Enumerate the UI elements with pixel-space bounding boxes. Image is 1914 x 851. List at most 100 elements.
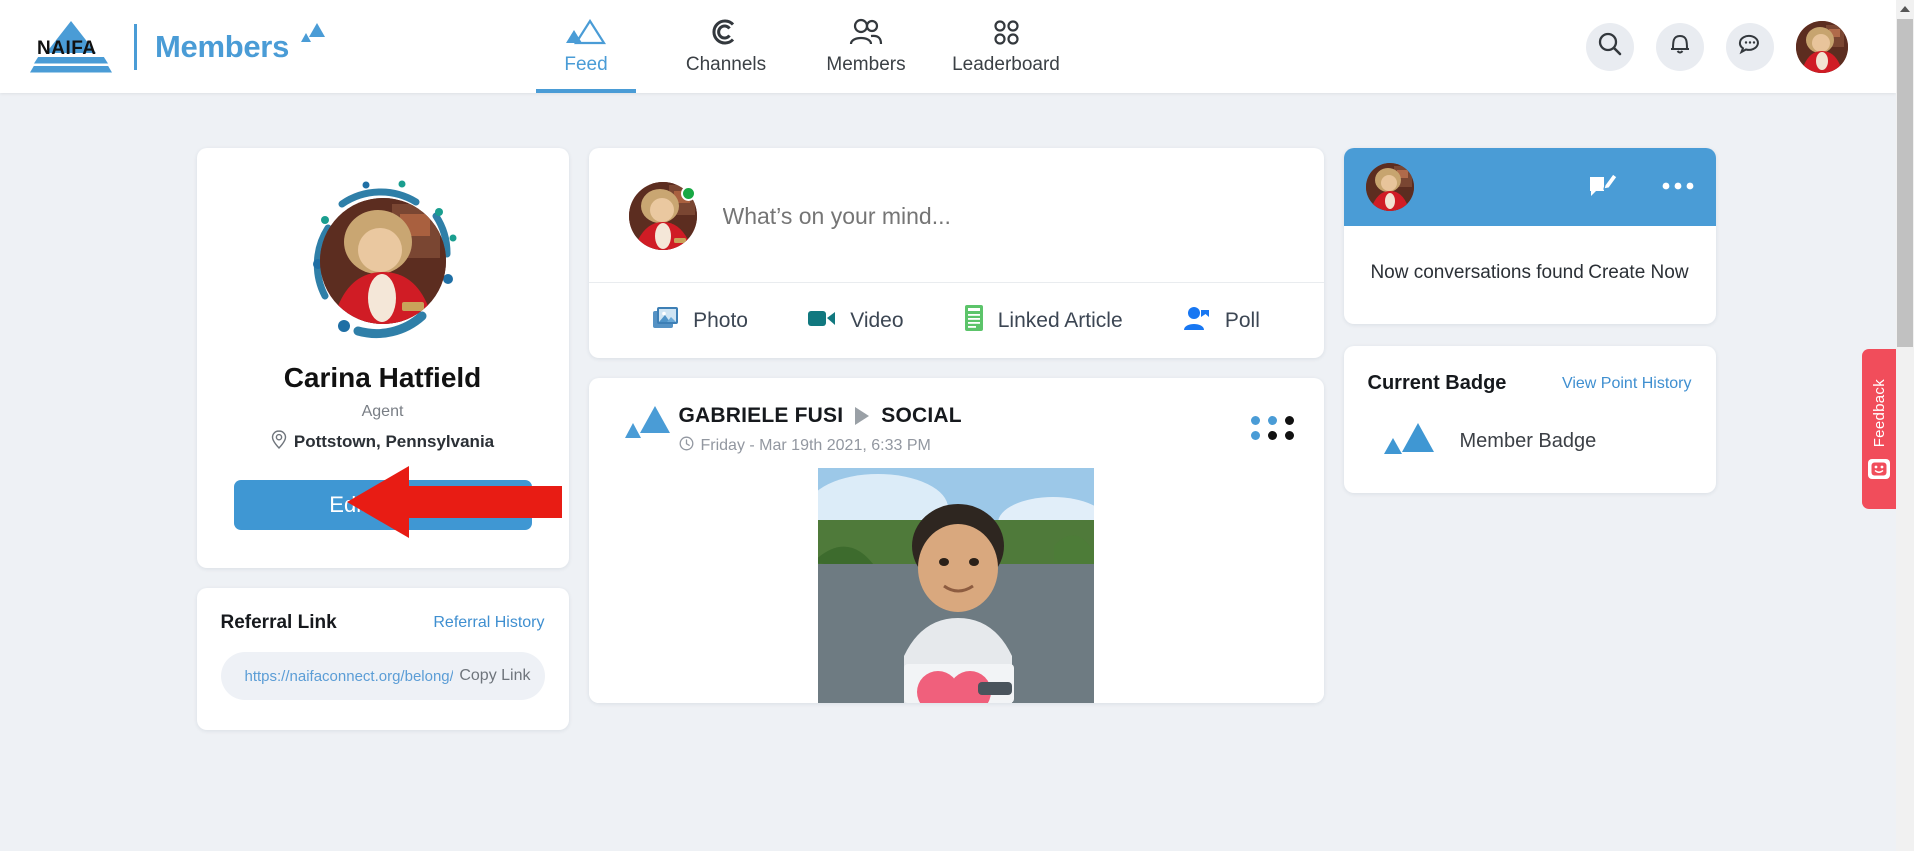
referral-link-card: Referral Link Referral History https://n…: [196, 588, 569, 730]
naifa-triangles-icon: [1382, 423, 1438, 459]
referral-history-link[interactable]: Referral History: [433, 614, 544, 632]
composer-poll-button[interactable]: Poll: [1182, 305, 1260, 337]
post-media: [588, 468, 1324, 703]
photo-icon: [652, 305, 680, 337]
nav-label-members: Members: [826, 54, 906, 75]
profile-location-text: Pottstown, Pennsylvania: [293, 432, 495, 451]
profile-location: Pottstown, Pennsylvania: [219, 430, 547, 454]
main-feed-column: Photo Video: [588, 148, 1324, 851]
video-camera-icon: [807, 307, 837, 335]
nav-label-channels: Channels: [685, 54, 767, 75]
right-sidebar: Now conversations found Create Now Curre…: [1343, 148, 1716, 851]
nav-item-channels[interactable]: Channels: [656, 0, 796, 93]
referral-url-text[interactable]: https://naifaconnect.org/belong/car: [235, 668, 454, 685]
composer-photo-label: Photo: [693, 308, 748, 332]
conversations-avatar-image: [1365, 163, 1414, 211]
top-navigation-bar: NAIFA Members Feed Channels Members Lead…: [0, 0, 1896, 93]
c-circle-icon: [711, 17, 741, 47]
scroll-up-arrow-icon[interactable]: [1896, 0, 1914, 18]
nav-item-leaderboard[interactable]: Leaderboard: [936, 0, 1076, 93]
triangles-icon: [566, 17, 606, 47]
app-root: NAIFA Members Feed Channels Members Lead…: [0, 0, 1914, 851]
profile-role: Agent: [361, 403, 404, 420]
post-photo: [818, 468, 1094, 703]
naifa-pyramid-icon: NAIFA: [30, 20, 112, 73]
brand-product-name: Members: [155, 22, 326, 65]
smiley-feedback-icon: [1868, 459, 1890, 480]
nav-item-members[interactable]: Members: [796, 0, 936, 93]
referral-link-row: https://naifaconnect.org/belong/car Copy…: [220, 652, 545, 700]
composer-top-row: [589, 148, 1324, 282]
page-content: Carina Hatfield Agent Pottstown, Pennsyl…: [0, 93, 1896, 851]
profile-name: Carina Hatfield: [283, 362, 482, 393]
ellipsis-icon[interactable]: [1662, 178, 1694, 196]
main-nav: Feed Channels Members Leaderboard: [516, 0, 1076, 93]
copy-link-button[interactable]: Copy Link: [459, 667, 530, 685]
referral-card-header: Referral Link Referral History: [221, 612, 545, 634]
six-dots-menu-icon[interactable]: [1250, 416, 1296, 440]
current-badge-card: Current Badge View Point History Member …: [1343, 346, 1716, 493]
search-button[interactable]: [1586, 22, 1634, 71]
post-timestamp-text: Friday - Mar 19th 2021, 6:33 PM: [700, 437, 931, 454]
brand-divider: [134, 23, 137, 70]
composer-video-label: Video: [850, 308, 904, 332]
post-meta: GABRIELE FUSI SOCIAL Friday - Mar 19th 2…: [679, 404, 1251, 456]
post-author-row: GABRIELE FUSI SOCIAL: [679, 404, 1251, 428]
profile-photo-image: [319, 198, 446, 324]
profile-avatar[interactable]: [298, 176, 468, 346]
naifa-logo-text: NAIFA: [37, 37, 97, 59]
composer-action-row: Photo Video Linked Article Poll: [588, 282, 1324, 358]
conversations-empty-text: Now conversations found: [1370, 262, 1584, 283]
feedback-label: Feedback: [1870, 378, 1888, 448]
conversations-header: [1343, 148, 1716, 226]
post-channel-name[interactable]: SOCIAL: [881, 404, 962, 428]
page-scrollbar[interactable]: [1896, 0, 1914, 851]
nav-label-leaderboard: Leaderboard: [952, 54, 1060, 75]
brand-large-triangle-icon: [309, 22, 326, 37]
post-timestamp: Friday - Mar 19th 2021, 6:33 PM: [679, 436, 1251, 456]
naifa-triangles-icon: [623, 404, 679, 446]
badge-row: Member Badge: [1368, 423, 1692, 459]
messages-button[interactable]: [1726, 22, 1774, 71]
conversations-card: Now conversations found Create Now: [1343, 148, 1716, 324]
composer-avatar[interactable]: [628, 182, 697, 250]
nav-item-feed[interactable]: Feed: [516, 0, 656, 93]
bell-icon: [1668, 31, 1692, 62]
brand-logo[interactable]: NAIFA Members: [30, 20, 360, 73]
badge-title: Current Badge: [1367, 372, 1507, 394]
search-icon: [1597, 31, 1623, 62]
play-arrow-icon: [855, 407, 870, 425]
post-media-image[interactable]: [818, 468, 1094, 703]
view-point-history-link[interactable]: View Point History: [1562, 375, 1692, 393]
composer-linked-article-button[interactable]: Linked Article: [963, 304, 1123, 338]
composer-input[interactable]: [722, 202, 1290, 230]
composer-poll-label: Poll: [1224, 308, 1260, 332]
compose-pencil-icon[interactable]: [1588, 171, 1618, 204]
composer-photo-button[interactable]: Photo: [652, 305, 748, 337]
composer-linked-article-label: Linked Article: [997, 308, 1123, 332]
nav-label-feed: Feed: [564, 54, 608, 75]
red-arrow-annotation: [347, 466, 562, 543]
chat-bubble-icon: [1737, 31, 1763, 62]
online-status-dot: [680, 186, 696, 201]
article-icon: [963, 304, 985, 338]
poll-person-icon: [1182, 305, 1212, 337]
people-icon: [849, 17, 883, 47]
post-author-name[interactable]: GABRIELE FUSI: [679, 404, 844, 428]
referral-title: Referral Link: [220, 612, 337, 633]
avatar[interactable]: [1796, 20, 1848, 73]
composer-video-button[interactable]: Video: [807, 307, 904, 335]
four-dots-icon: [990, 17, 1022, 47]
topbar-actions: [1586, 0, 1848, 93]
badge-card-header: Current Badge View Point History: [1368, 372, 1692, 395]
feedback-tab[interactable]: Feedback: [1862, 349, 1896, 509]
conversations-avatar[interactable]: [1365, 163, 1414, 211]
scrollbar-thumb[interactable]: [1896, 18, 1914, 348]
brand-product-label: Members: [155, 28, 290, 64]
post-composer-card: Photo Video: [588, 148, 1324, 358]
profile-avatar-photo: [319, 198, 446, 324]
badge-name: Member Badge: [1459, 429, 1597, 452]
notifications-button[interactable]: [1656, 22, 1704, 71]
create-conversation-link[interactable]: Create Now: [1588, 262, 1688, 283]
user-avatar-image: [1796, 20, 1848, 73]
